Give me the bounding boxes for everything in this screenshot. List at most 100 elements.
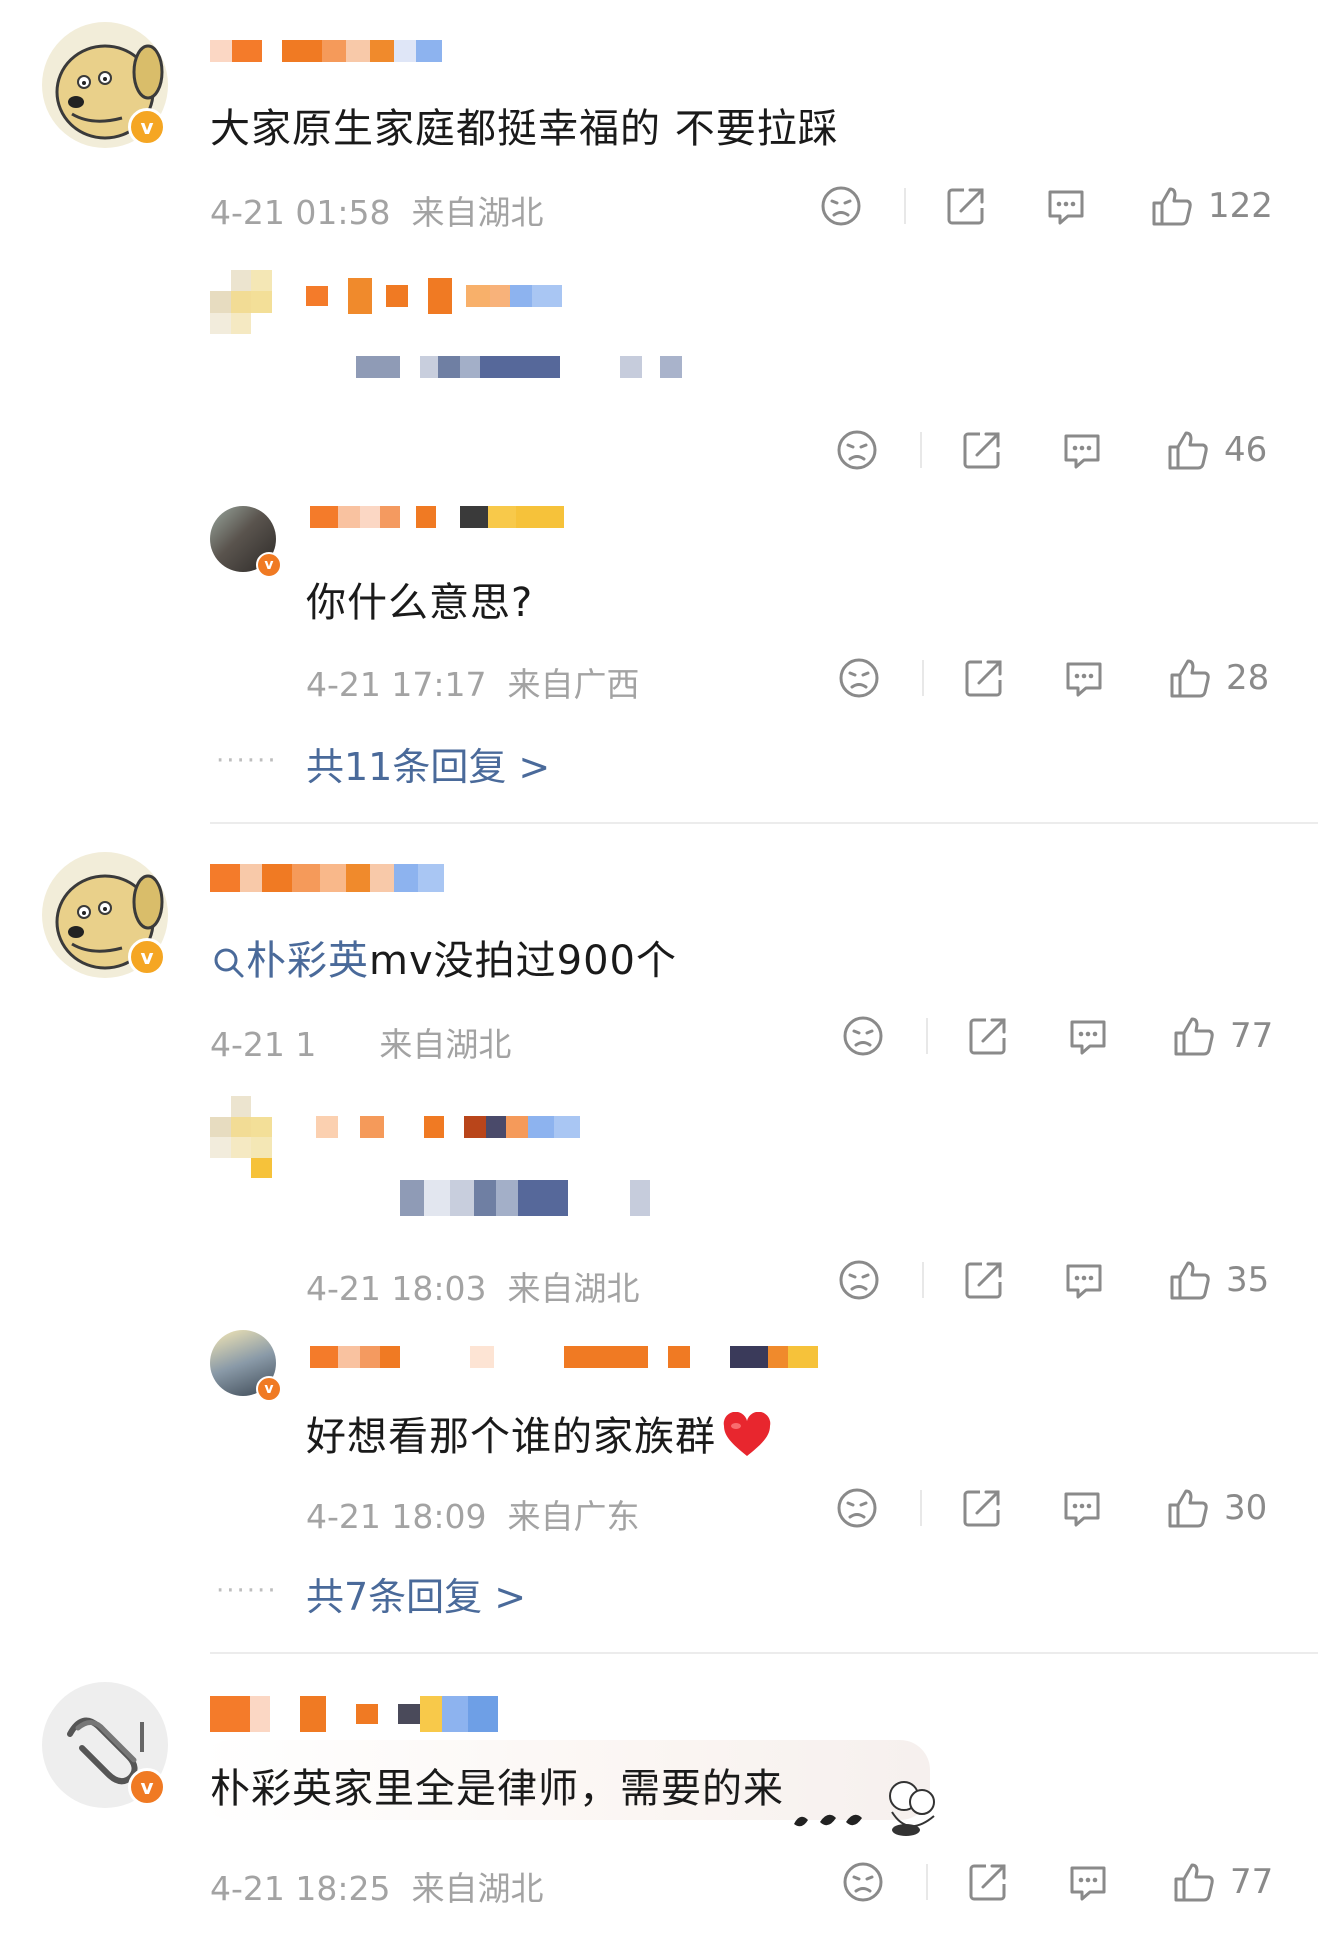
like-button[interactable]: 46 [1166,420,1267,480]
comment-button[interactable] [1066,1852,1110,1912]
reply-time: 4-21 17:17 来自广西 [306,665,640,704]
username-mosaic[interactable] [210,40,442,62]
reply-actions: 46 [836,420,1290,480]
share-button[interactable] [962,648,1006,708]
like-button[interactable]: 30 [1166,1478,1267,1538]
reply-time: 4-21 18:09 来自广东 [306,1497,640,1536]
dislike-icon [843,1862,883,1902]
like-icon [1152,187,1192,226]
verified-badge-icon: v [128,1768,166,1806]
share-button[interactable] [960,1478,1004,1538]
username-mosaic[interactable] [310,1346,818,1368]
separator [922,1262,924,1298]
avatar[interactable]: v [42,1682,168,1808]
like-button[interactable]: 35 [1168,1250,1269,1310]
verified-badge-icon: v [256,552,282,578]
dislike-icon [837,430,877,470]
reply-text: 好想看那个谁的家族群 [306,1404,772,1462]
separator [926,1864,928,1900]
share-icon [969,1864,1006,1901]
more-replies-link[interactable]: 共11条回复 > [306,736,550,791]
divider [210,1652,1318,1654]
like-count: 122 [1208,186,1273,226]
reply-actions: 30 [836,1478,1290,1538]
comment-actions: 77 [842,1006,1290,1066]
comment-text: 朴彩英家里全是律师，需要的来 [210,1766,784,1812]
username-mosaic[interactable] [310,506,564,528]
avatar[interactable]: v [42,22,168,148]
like-icon [1170,1261,1210,1300]
comment-icon [1064,1492,1100,1527]
share-button[interactable] [960,420,1004,480]
comment-button[interactable] [1066,1006,1110,1066]
like-button[interactable]: 28 [1168,648,1269,708]
share-icon [963,432,1000,469]
reply-time: 4-21 18:03 来自湖北 [306,1269,640,1308]
like-count: 30 [1224,1488,1268,1528]
dislike-icon [839,1260,879,1300]
dislike-button[interactable] [842,1852,884,1912]
reply-actions: 28 [838,648,1290,708]
dislike-button[interactable] [838,648,880,708]
dislike-button[interactable] [842,1006,884,1066]
share-button[interactable] [962,1250,1006,1310]
reply-actions: 35 [838,1250,1290,1310]
topic-link[interactable]: 朴彩英 [246,938,369,984]
share-icon [963,1490,1000,1527]
avatar[interactable]: v [210,1330,282,1402]
like-icon [1168,431,1208,470]
search-icon [214,948,244,978]
like-button[interactable]: 122 [1150,176,1273,236]
username-mosaic[interactable] [306,278,562,314]
verified-badge-icon: v [128,108,166,146]
comment-text: 朴彩英mv没拍过900个 [212,928,677,986]
like-count: 77 [1230,1016,1274,1056]
comment-time: 4-21 18:25 来自湖北 [210,1869,544,1908]
separator [920,1490,922,1526]
comment-icon [1066,1264,1102,1299]
more-replies-link[interactable]: 共7条回复 > [306,1566,526,1621]
comment-time: 4-21 1 来自湖北 [210,1025,512,1064]
dislike-button[interactable] [836,1478,878,1538]
comment-icon [1070,1866,1106,1901]
avatar[interactable]: v [210,506,282,578]
reply-text-mosaic [356,356,682,378]
username-mosaic[interactable] [316,1116,580,1138]
comment-actions: 122 [820,176,1290,236]
like-count: 77 [1230,1862,1274,1902]
dislike-button[interactable] [820,176,862,236]
username-mosaic[interactable] [210,864,444,892]
dislike-icon [821,186,861,226]
avatar[interactable] [210,270,272,334]
like-icon [1168,1489,1208,1528]
avatar[interactable]: v [42,852,168,978]
dislike-icon [839,658,879,698]
like-count: 46 [1224,430,1268,470]
comment-icon [1064,434,1100,469]
like-button[interactable]: 77 [1172,1852,1273,1912]
separator [922,660,924,696]
comment-button[interactable] [1062,648,1106,708]
comment-button[interactable] [1044,176,1088,236]
dislike-button[interactable] [838,1250,880,1310]
share-icon [947,188,984,225]
dislike-button[interactable] [836,420,878,480]
share-button[interactable] [966,1852,1010,1912]
like-button[interactable]: 77 [1172,1006,1273,1066]
like-icon [1174,1863,1214,1902]
comment-button[interactable] [1060,420,1104,480]
share-button[interactable] [966,1006,1010,1066]
comment-time: 4-21 01:58 来自湖北 [210,193,544,232]
more-dots: ······ [216,1576,278,1606]
like-count: 28 [1226,658,1270,698]
avatar[interactable] [210,1096,272,1178]
comment-button[interactable] [1062,1250,1106,1310]
separator [926,1018,928,1054]
share-button[interactable] [944,176,988,236]
heart-icon [723,1411,771,1456]
divider [210,822,1318,824]
like-count: 35 [1226,1260,1270,1300]
verified-badge-icon: v [256,1376,282,1402]
comment-button[interactable] [1060,1478,1104,1538]
username-mosaic[interactable] [210,1696,498,1732]
